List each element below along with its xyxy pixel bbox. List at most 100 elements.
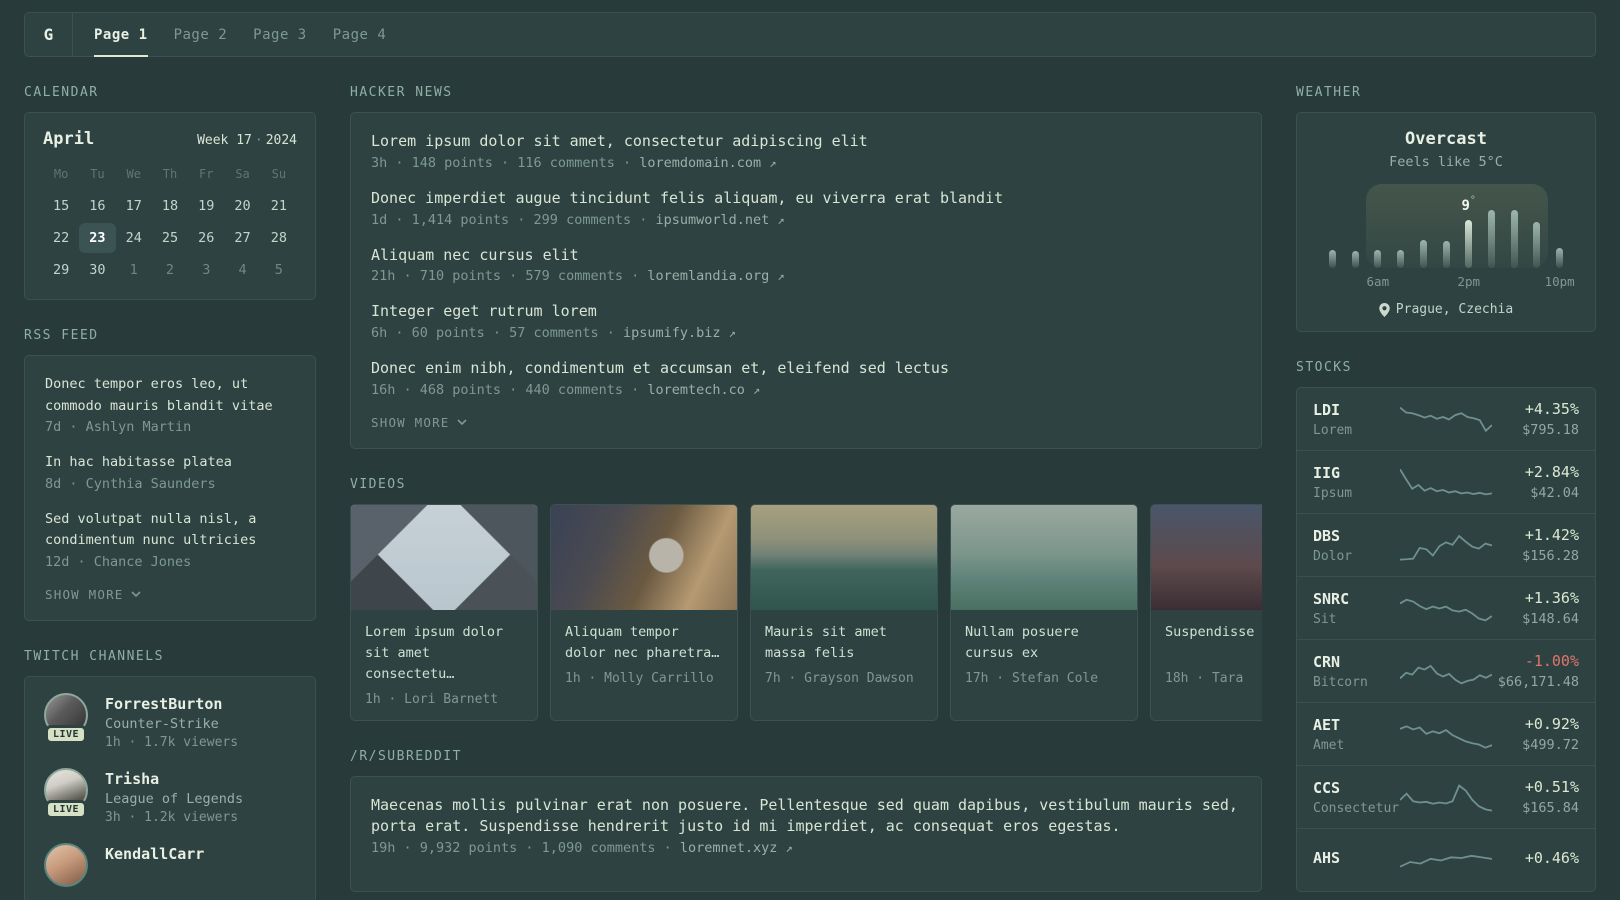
stock-row[interactable]: IIG Ipsum +2.84% $42.04 [1297, 451, 1595, 514]
stock-symbol[interactable]: DBS [1313, 527, 1400, 545]
hn-item-title[interactable]: Lorem ipsum dolor sit amet, consectetur … [371, 131, 1241, 153]
hn-item-title[interactable]: Donec enim nibh, condimentum et accumsan… [371, 358, 1241, 380]
weather-feels-like: Feels like 5°C [1389, 154, 1503, 170]
calendar-day-selected: 23 [79, 223, 116, 253]
video-card[interactable]: Suspendisse diam 18h · Tara [1150, 503, 1262, 721]
video-title[interactable]: Lorem ipsum dolor sit amet consectetu… [365, 622, 523, 685]
rss-item-title[interactable]: Donec tempor eros leo, ut commodo mauris… [45, 374, 295, 417]
hn-item-title[interactable]: Donec imperdiet augue tincidunt felis al… [371, 188, 1241, 210]
stock-row[interactable]: LDI Lorem +4.35% $795.18 [1297, 388, 1595, 451]
tab-page-3[interactable]: Page 3 [240, 13, 320, 56]
stock-symbol[interactable]: CRN [1313, 653, 1400, 671]
video-title[interactable]: Suspendisse diam [1165, 622, 1262, 664]
rss-item-title[interactable]: In hac habitasse platea [45, 452, 295, 474]
calendar-week-year: Week 17 · 2024 [197, 133, 297, 148]
hn-item: Lorem ipsum dolor sit amet, consectetur … [371, 131, 1241, 171]
stock-symbol[interactable]: IIG [1313, 464, 1400, 482]
video-title[interactable]: Mauris sit amet massa felis [765, 622, 923, 664]
avatar [44, 842, 88, 887]
hn-item: Donec enim nibh, condimentum et accumsan… [371, 358, 1241, 398]
calendar-day: 19 [198, 198, 215, 214]
stock-row[interactable]: CRN Bitcorn -1.00% $66,171.48 [1297, 640, 1595, 703]
calendar-dow: Tu [90, 167, 105, 181]
twitch-channel-game[interactable]: Counter-Strike [105, 716, 238, 732]
twitch-channel-info: ForrestBurton Counter-Strike 1h · 1.7k v… [105, 693, 238, 750]
app-logo[interactable]: G [25, 13, 73, 56]
calendar-day: 30 [89, 262, 106, 278]
stock-row[interactable]: DBS Dolor +1.42% $156.28 [1297, 514, 1595, 577]
calendar-month: April [43, 129, 95, 149]
page-tabs: Page 1 Page 2 Page 3 Page 4 [81, 13, 400, 57]
tab-page-4[interactable]: Page 4 [320, 13, 400, 56]
video-card[interactable]: Nullam posuere cursus ex 17h · Stefan Co… [950, 503, 1138, 721]
stock-price: $42.04 [1530, 485, 1579, 501]
twitch-avatar-wrap [43, 842, 89, 887]
calendar-header: April Week 17 · 2024 [43, 129, 297, 149]
twitch-channel-name[interactable]: ForrestBurton [105, 695, 238, 713]
weather-time-label: 6am [1366, 274, 1390, 289]
twitch-channel-row[interactable]: LIVE ForrestBurton Counter-Strike 1h · 1… [43, 692, 297, 750]
calendar-day: 22 [53, 230, 70, 246]
stock-row[interactable]: AET Amet +0.92% $499.72 [1297, 703, 1595, 766]
rss-item-title[interactable]: Sed volutpat nulla nisl, a condimentum n… [45, 509, 295, 552]
stock-symbol[interactable]: LDI [1313, 401, 1400, 419]
hn-show-more-label: SHOW MORE [371, 414, 450, 430]
rss-show-more-button[interactable]: SHOW MORE [45, 587, 295, 602]
twitch-channel-row[interactable]: LIVE Trisha League of Legends 3h · 1.2k … [43, 767, 297, 825]
stock-id: IIG Ipsum [1313, 464, 1400, 501]
twitch-channel-game[interactable]: League of Legends [105, 791, 243, 807]
top-navigation-bar: G Page 1 Page 2 Page 3 Page 4 [24, 12, 1596, 57]
stock-symbol[interactable]: SNRC [1313, 590, 1400, 608]
video-title[interactable]: Nullam posuere cursus ex [965, 622, 1123, 664]
video-thumbnail [551, 504, 737, 610]
subreddit-post-meta: 19h · 9,932 points · 1,090 comments · lo… [371, 840, 793, 857]
stock-row[interactable]: AHS +0.46% [1297, 829, 1595, 891]
hn-item-title[interactable]: Integer eget rutrum lorem [371, 301, 1241, 323]
video-meta: 1h · Lori Barnett [365, 691, 499, 707]
subreddit-post: Maecenas mollis pulvinar erat non posuer… [371, 795, 1241, 857]
tab-page-1[interactable]: Page 1 [81, 13, 161, 57]
twitch-channel-meta: 1h · 1.7k viewers [105, 734, 239, 750]
video-title[interactable]: Aliquam tempor dolor nec pharetra… [565, 622, 723, 664]
hn-item-domain-link[interactable]: ipsumworld.net [655, 212, 769, 228]
weather-time-label: 10pm [1544, 274, 1575, 289]
twitch-section: TWITCH CHANNELS LIVE ForrestBurton Count… [24, 649, 316, 900]
stock-row[interactable]: CCS Consectetur +0.51% $165.84 [1297, 766, 1595, 829]
stock-symbol[interactable]: AHS [1313, 849, 1400, 867]
calendar-day: 26 [198, 230, 215, 246]
stock-row[interactable]: SNRC Sit +1.36% $148.64 [1297, 577, 1595, 640]
subreddit-section-label: /R/SUBREDDIT [350, 748, 462, 764]
twitch-channel-row[interactable]: KendallCarr [43, 842, 297, 887]
stock-symbol[interactable]: AET [1313, 716, 1400, 734]
subreddit-domain-link[interactable]: loremnet.xyz [680, 840, 778, 856]
video-card[interactable]: Aliquam tempor dolor nec pharetra… 1h · … [550, 503, 738, 721]
external-link-icon: ↗ [777, 212, 785, 227]
weather-temp-bar [1465, 220, 1473, 268]
stock-change: +2.84% [1524, 463, 1579, 481]
video-thumbnail [1151, 504, 1262, 610]
stock-sparkline [1400, 778, 1492, 816]
stock-name: Amet [1313, 737, 1345, 753]
stock-name: Dolor [1313, 548, 1353, 564]
tab-page-2[interactable]: Page 2 [161, 13, 241, 56]
video-card[interactable]: Mauris sit amet massa felis 7h · Grayson… [750, 503, 938, 721]
subreddit-post-title[interactable]: Maecenas mollis pulvinar erat non posuer… [371, 795, 1241, 839]
stock-sparkline [1400, 400, 1492, 438]
hn-show-more-button[interactable]: SHOW MORE [371, 415, 1241, 430]
calendar-dow: Mo [53, 167, 69, 181]
stock-symbol[interactable]: CCS [1313, 779, 1400, 797]
rss-widget: Donec tempor eros leo, ut commodo mauris… [24, 355, 316, 621]
weather-temp-bar [1533, 222, 1541, 268]
hn-item-title[interactable]: Aliquam nec cursus elit [371, 245, 1241, 267]
hn-item-domain-link[interactable]: loremdomain.com [639, 155, 761, 171]
twitch-channel-name[interactable]: KendallCarr [105, 845, 204, 863]
video-thumbnail [751, 504, 937, 610]
twitch-channel-name[interactable]: Trisha [105, 770, 243, 788]
hn-item-domain-link[interactable]: loremtech.co [647, 382, 745, 398]
hn-item: Aliquam nec cursus elit 21h · 710 points… [371, 245, 1241, 285]
stock-values: +1.42% $156.28 [1492, 526, 1579, 564]
video-card[interactable]: Lorem ipsum dolor sit amet consectetu… 1… [350, 503, 538, 721]
hn-item-domain-link[interactable]: loremlandia.org [647, 268, 769, 284]
hn-item-domain-link[interactable]: ipsumify.biz [623, 325, 721, 341]
external-link-icon: ↗ [753, 382, 761, 397]
